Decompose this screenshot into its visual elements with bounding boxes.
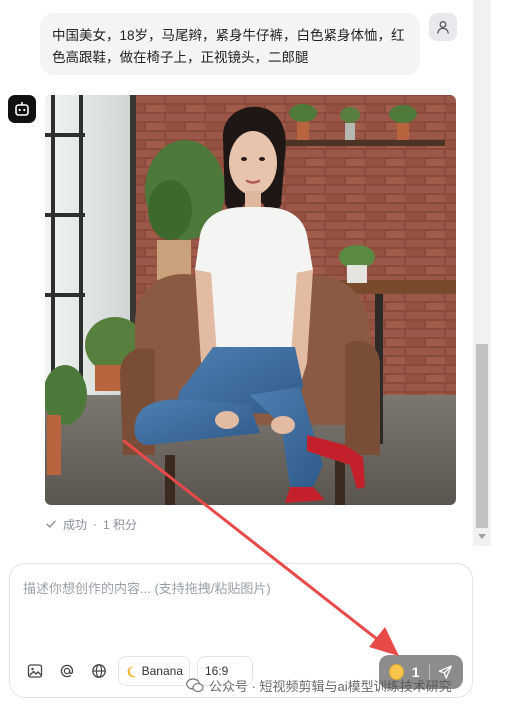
web-search-button[interactable] [88,660,110,682]
scrollbar-thumb[interactable] [476,344,488,528]
image-icon [27,664,43,678]
bot-icon [15,102,29,116]
watermark-text: 公众号 · 短视频剪辑与ai模型训练技术研究 [209,678,452,694]
watermark: 公众号 · 短视频剪辑与ai模型训练技术研究 [186,675,452,695]
status-text: 成功 [63,517,88,532]
model-label: Banana [141,664,183,678]
user-avatar [429,13,457,41]
chat-scrollbar[interactable] [473,0,491,546]
model-selector[interactable]: Banana [118,656,190,686]
wechat-icon [186,677,204,692]
status-credits: 1 积分 [103,517,138,532]
prompt-input[interactable] [21,576,465,640]
bot-avatar [8,95,36,123]
check-icon [46,520,56,528]
at-icon [60,664,74,678]
scroll-down-arrow-icon[interactable] [478,534,486,539]
moon-icon [127,665,137,677]
image-upload-button[interactable] [24,660,46,682]
mention-button[interactable] [56,660,78,682]
globe-icon [92,664,106,678]
user-icon [437,21,449,34]
status-separator: · [93,517,98,531]
generation-status: 成功 · 1 积分 [45,515,137,533]
generated-image[interactable] [45,95,456,505]
user-message-bubble: 中国美女，18岁，马尾辫，紧身牛仔裤，白色紧身体恤，红色高跟鞋，做在椅子上，正视… [40,13,420,75]
user-message-text: 中国美女，18岁，马尾辫，紧身牛仔裤，白色紧身体恤，红色高跟鞋，做在椅子上，正视… [52,28,405,65]
